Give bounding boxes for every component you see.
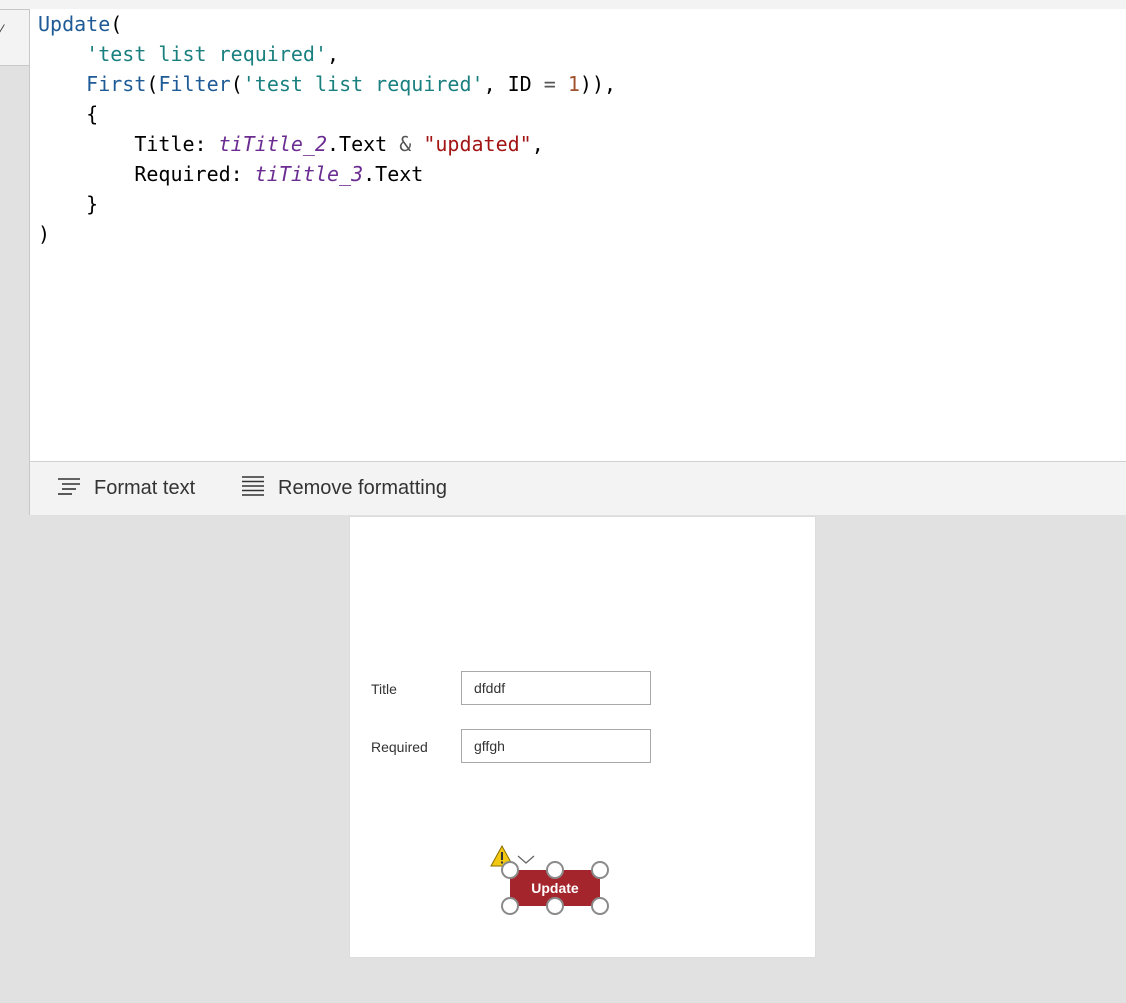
formula-editor[interactable]: Update( 'test list required', First(Filt…: [29, 9, 1126, 515]
resize-handle-bottom-right[interactable]: [591, 897, 609, 915]
code-token: 1: [567, 72, 580, 96]
resize-handle-bottom-left[interactable]: [501, 897, 519, 915]
formula-expand-stub[interactable]: ⁄: [0, 10, 29, 66]
code-token: "updated": [423, 132, 532, 156]
code-token: Required:: [134, 162, 255, 186]
remove-formatting-icon: [240, 475, 266, 503]
resize-handle-bottom[interactable]: [546, 897, 564, 915]
code-token: 'test list required': [242, 72, 484, 96]
code-token: {: [86, 102, 99, 126]
app-screen-canvas[interactable]: Title dfddf Required gffgh Update: [349, 516, 816, 958]
title-input[interactable]: dfddf: [461, 671, 651, 705]
code-token: ): [38, 222, 51, 246]
formula-code[interactable]: Update( 'test list required', First(Filt…: [38, 9, 616, 249]
code-token: ,: [327, 42, 340, 66]
code-token: }: [86, 192, 99, 216]
remove-formatting-label: Remove formatting: [278, 477, 447, 499]
code-token: tiTitle_3: [254, 162, 364, 186]
resize-handle-top-left[interactable]: [501, 861, 519, 879]
remove-formatting-button[interactable]: Remove formatting: [240, 462, 447, 515]
format-text-label: Format text: [94, 477, 196, 499]
code-token: =: [543, 72, 556, 96]
format-text-button[interactable]: Format text: [56, 462, 195, 515]
code-token: Filter: [158, 72, 231, 96]
code-token: , ID: [483, 72, 544, 96]
title-label: Title: [371, 681, 397, 697]
formula-toolbar: Format text Remove formatting: [30, 461, 1126, 515]
code-token: ,: [531, 132, 544, 156]
required-label: Required: [371, 739, 428, 755]
code-token: (: [110, 12, 123, 36]
code-token: tiTitle_2: [218, 132, 327, 156]
required-input[interactable]: gffgh: [461, 729, 651, 763]
code-token: )),: [579, 72, 617, 96]
code-token: Update: [38, 12, 111, 36]
format-text-icon: [56, 476, 82, 502]
code-token: First: [86, 72, 147, 96]
code-token: .Text: [363, 162, 424, 186]
code-token: 'test list required': [86, 42, 327, 66]
chevron-down-icon[interactable]: [516, 851, 536, 870]
code-token: Title:: [134, 132, 219, 156]
check-icon: ⁄: [0, 23, 3, 39]
resize-handle-top[interactable]: [546, 861, 564, 879]
code-token: &: [399, 132, 412, 156]
resize-handle-top-right[interactable]: [591, 861, 609, 879]
code-token: .Text: [327, 132, 400, 156]
